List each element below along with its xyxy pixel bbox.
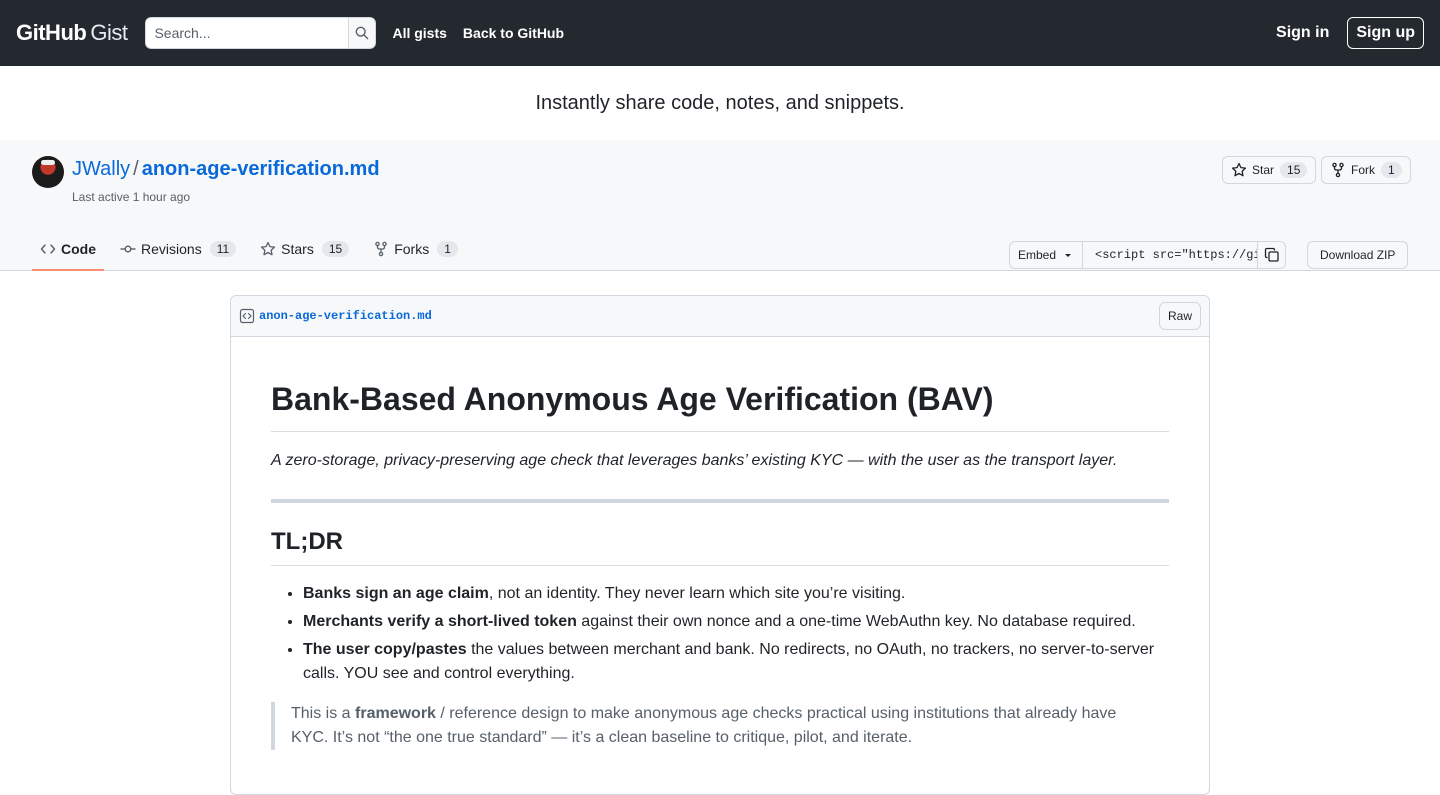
owner-link[interactable]: JWally [72,158,130,181]
file-code-icon [239,308,255,324]
tldr-heading: TL;DR [271,527,1169,566]
tab-forks-label: Forks [394,241,430,257]
tab-forks[interactable]: Forks 1 [365,228,466,270]
tab-revisions[interactable]: Revisions 11 [112,228,244,270]
forks-count: 1 [437,241,458,257]
fork-icon [1330,162,1346,178]
copy-button[interactable] [1257,242,1286,268]
fork-icon [373,241,389,257]
tldr-list: Banks sign an age claim, not an identity… [271,582,1169,686]
search-box: Search... [145,17,377,49]
file-header: anon-age-verification.md Raw [231,296,1209,337]
list-item: Banks sign an age claim, not an identity… [303,582,1169,606]
tab-code-label: Code [61,241,96,257]
quote-pre: This is a [291,705,356,722]
list-item-bold: Banks sign an age claim [303,585,489,602]
gist-filename-link[interactable]: anon-age-verification.md [142,158,380,181]
caret-down-icon [1065,254,1072,257]
doc-title: Bank-Based Anonymous Age Verification (B… [271,379,1169,432]
list-item-text: , not an identity. They never learn whic… [488,585,906,602]
star-icon [1231,162,1247,178]
title-separator: / [133,158,139,180]
sign-in-link[interactable]: Sign in [1276,24,1329,42]
fork-button[interactable]: Fork 1 [1321,156,1411,184]
avatar[interactable] [32,156,64,188]
gist-header: JWally / anon-age-verification.md Last a… [0,140,1440,271]
fork-label: Fork [1351,163,1375,177]
embed-select[interactable]: Embed [1010,242,1084,268]
embed-widget: Embed <script src="https://gist.github.c… [1009,241,1287,269]
list-item-bold: The user copy/pastes [303,641,467,658]
embed-code-input[interactable]: <script src="https://gist.github.com/JWa… [1083,242,1258,268]
star-button[interactable]: Star 15 [1222,156,1317,184]
file-container: anon-age-verification.md Raw Bank-Based … [230,295,1210,795]
last-active-text: Last active 1 hour ago [72,190,191,204]
quote-bold: framework [355,705,436,722]
tagline: Instantly share code, notes, and snippet… [535,91,905,114]
tab-stars[interactable]: Stars 15 [252,228,357,270]
raw-button[interactable]: Raw [1158,302,1201,330]
logo-github-text: GitHub [16,20,87,45]
sign-up-button[interactable]: Sign up [1347,17,1424,49]
tab-code[interactable]: Code [32,228,104,271]
download-zip-button[interactable]: Download ZIP [1307,241,1409,269]
code-icon [40,241,56,257]
doc-lede: A zero-storage, privacy-preserving age c… [271,452,1118,469]
all-gists-link[interactable]: All gists [392,25,446,41]
embed-label: Embed [1018,248,1057,262]
commit-icon [120,241,136,257]
back-to-github-link[interactable]: Back to GitHub [463,25,564,41]
search-input[interactable]: Search... [145,17,349,49]
copy-icon [1264,247,1279,262]
top-nav-bar: GitHub Gist Search... All gists Back to … [0,0,1440,66]
file-name-link[interactable]: anon-age-verification.md [259,309,432,323]
star-count: 15 [1280,162,1308,178]
list-item-bold: Merchants verify a short-lived token [303,613,577,630]
revisions-count: 11 [209,241,237,257]
star-label: Star [1252,163,1275,177]
search-button[interactable] [348,17,377,49]
markdown-body: Bank-Based Anonymous Age Verification (B… [231,379,1209,750]
star-icon [260,241,276,257]
fork-count: 1 [1381,162,1402,178]
search-icon [356,26,369,40]
list-item: The user copy/pastes the values between … [303,638,1169,686]
logo-gist-text: Gist [90,20,128,45]
list-item-text: against their own nonce and a one-time W… [576,613,1136,630]
gist-title: JWally / anon-age-verification.md [72,158,380,181]
tab-revisions-label: Revisions [141,241,202,257]
gist-tabs: Code Revisions 11 Stars 15 Forks 1 [32,228,474,271]
framework-quote: This is a framework / reference design t… [271,702,1169,750]
divider [271,499,1169,503]
stars-count: 15 [321,241,350,257]
tab-stars-label: Stars [281,241,314,257]
github-gist-logo[interactable]: GitHub Gist [16,20,128,46]
list-item: Merchants verify a short-lived token aga… [303,610,1169,634]
